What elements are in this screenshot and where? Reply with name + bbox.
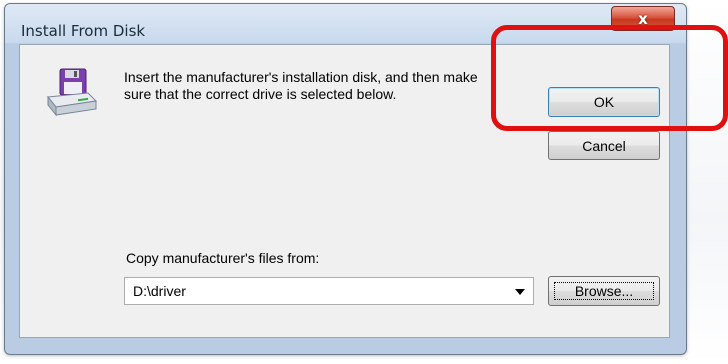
instruction-text: Insert the manufacturer's installation d… — [124, 69, 478, 102]
copy-from-value: D:\driver — [133, 283, 186, 299]
chevron-down-icon[interactable] — [515, 289, 525, 295]
copy-from-combobox[interactable]: D:\driver — [124, 277, 534, 305]
copy-from-label: Copy manufacturer's files from: — [126, 250, 320, 266]
focus-rectangle — [554, 282, 654, 300]
window-title: Install From Disk — [21, 22, 146, 40]
browse-button[interactable]: Browse... — [548, 276, 660, 306]
highlight-annotation — [491, 25, 728, 131]
install-disk-icon — [47, 68, 98, 117]
cancel-button[interactable]: Cancel — [548, 131, 660, 160]
